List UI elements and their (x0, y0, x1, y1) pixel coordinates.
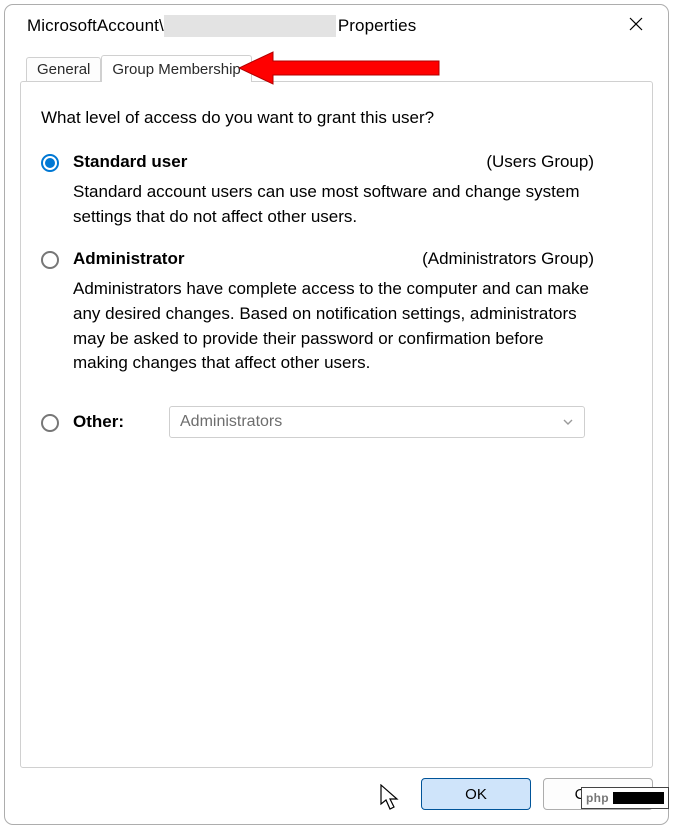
option-other: Other: Administrators (41, 406, 632, 438)
option-name: Other: (73, 412, 169, 432)
option-group: (Administrators Group) (422, 249, 594, 269)
tab-general[interactable]: General (26, 57, 101, 81)
dialog-footer: OK Cancel (20, 778, 653, 810)
option-admin: Administrator (Administrators Group) Adm… (41, 249, 632, 376)
option-name: Administrator (73, 249, 184, 269)
title-redacted (164, 15, 336, 37)
panel-content: What level of access do you want to gran… (21, 82, 652, 767)
option-desc: Administrators have complete access to t… (73, 277, 593, 376)
chevron-down-icon (562, 416, 574, 428)
combo-value: Administrators (180, 413, 282, 431)
titlebar: MicrosoftAccount\ Properties (5, 5, 668, 47)
tabstrip: General Group Membership (20, 47, 653, 81)
other-group-combobox[interactable]: Administrators (169, 406, 585, 438)
radio-other[interactable] (41, 414, 59, 432)
properties-dialog: MicrosoftAccount\ Properties General Gro… (4, 4, 669, 825)
radio-dot-icon (45, 158, 55, 168)
radio-admin[interactable] (41, 251, 59, 269)
tab-panel: What level of access do you want to gran… (20, 81, 653, 768)
access-prompt: What level of access do you want to gran… (41, 108, 632, 128)
option-name: Standard user (73, 152, 187, 172)
option-group: (Users Group) (486, 152, 594, 172)
title-prefix: MicrosoftAccount\ (27, 16, 164, 36)
tab-group-membership[interactable]: Group Membership (101, 55, 251, 82)
tab-label: Group Membership (112, 61, 240, 78)
tab-label: General (37, 61, 90, 78)
option-standard: Standard user (Users Group) Standard acc… (41, 152, 632, 229)
ok-button[interactable]: OK (421, 778, 531, 810)
button-label: OK (465, 786, 487, 803)
dialog-body: General Group Membership What level of a… (5, 47, 668, 824)
option-desc: Standard account users can use most soft… (73, 180, 593, 229)
close-button[interactable] (614, 10, 658, 42)
radio-standard[interactable] (41, 154, 59, 172)
title-suffix: Properties (338, 16, 416, 36)
close-icon (628, 16, 644, 36)
watermark-tail (613, 792, 664, 804)
watermark: php (581, 787, 669, 809)
watermark-text: php (586, 791, 609, 805)
